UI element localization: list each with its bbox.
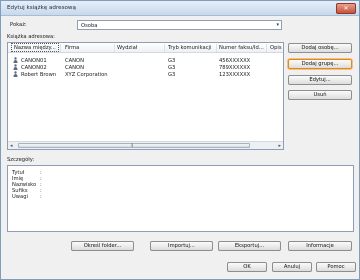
person-icon	[13, 71, 18, 77]
details-label: Szczegóły:	[7, 157, 35, 163]
row-number: 456XXXXXX	[219, 57, 251, 64]
details-panel: Tytuł : Imię : Nazwisko : Sufiks : Uwagi…	[7, 165, 354, 232]
row-mode: G3	[168, 64, 176, 71]
column-divider[interactable]	[216, 44, 217, 52]
close-button[interactable]: ✕	[336, 3, 356, 14]
row-mode: G3	[168, 57, 176, 64]
row-company: CANON	[65, 64, 85, 71]
person-icon	[13, 57, 18, 63]
show-select-value: Osoba	[81, 22, 98, 29]
column-divider[interactable]	[164, 44, 165, 52]
edit-button[interactable]: Edytuj...	[288, 75, 352, 85]
show-label: Pokaż:	[10, 22, 27, 28]
addressbook-list[interactable]: Nazwa między... Firma Wydział Tryb komun…	[7, 42, 284, 150]
scroll-right-icon[interactable]: ▸	[278, 143, 281, 149]
addressbook-label: Książka adresowa:	[7, 34, 55, 40]
table-row[interactable]: CANON02 CANON G3 789XXXXXX	[8, 64, 283, 71]
chevron-down-icon: ▾	[276, 22, 279, 28]
select-folder-button[interactable]: Określ folder...	[71, 241, 134, 251]
row-mode: G3	[168, 71, 176, 78]
row-name: CANON01	[21, 57, 47, 64]
column-header-company[interactable]: Firma	[65, 45, 79, 51]
table-row[interactable]: Robert Brown XYZ Corporation G3 123XXXXX…	[8, 71, 283, 78]
information-button[interactable]: Informacje	[288, 241, 352, 251]
ok-button[interactable]: OK	[227, 262, 267, 272]
detail-colon: :	[40, 194, 42, 200]
help-button[interactable]: Pomoc	[316, 262, 356, 272]
scroll-left-icon[interactable]: ◂	[10, 143, 13, 149]
export-button[interactable]: Eksportuj...	[218, 241, 281, 251]
scrollbar-thumb[interactable]: ⦀	[18, 143, 250, 149]
row-number: 123XXXXXX	[219, 71, 251, 78]
column-header-name[interactable]: Nazwa między...	[14, 45, 56, 51]
row-company: XYZ Corporation	[65, 71, 108, 78]
row-name: Robert Brown	[21, 71, 57, 78]
row-number: 789XXXXXX	[219, 64, 251, 71]
import-button[interactable]: Importuj...	[150, 241, 213, 251]
delete-button[interactable]: Usuń	[288, 90, 352, 100]
column-divider[interactable]	[60, 44, 61, 52]
show-select[interactable]: Osoba ▾	[77, 20, 282, 30]
edit-addressbook-dialog: Edytuj książkę adresową ✕ Pokaż: Osoba ▾…	[0, 0, 360, 280]
column-header-mode[interactable]: Tryb komunikacji	[168, 45, 211, 51]
window-title: Edytuj książkę adresową	[7, 5, 76, 11]
column-header-description[interactable]: Opis	[270, 45, 282, 51]
add-person-button[interactable]: Dodaj osobę...	[288, 43, 352, 53]
column-header-department[interactable]: Wydział	[117, 45, 137, 51]
cancel-button[interactable]: Anuluj	[272, 262, 312, 272]
grip-icon: ⦀	[131, 143, 134, 149]
person-icon	[13, 64, 18, 70]
row-name: CANON02	[21, 64, 47, 71]
detail-row: Uwagi :	[12, 194, 42, 200]
row-company: CANON	[65, 57, 85, 64]
detail-field-label: Uwagi	[12, 194, 28, 200]
horizontal-scrollbar[interactable]: ◂ ⦀ ▸	[8, 141, 283, 149]
column-header-number[interactable]: Numer faksu/Id...	[219, 45, 264, 51]
table-row[interactable]: CANON01 CANON G3 456XXXXXX	[8, 57, 283, 64]
list-header: Nazwa między... Firma Wydział Tryb komun…	[8, 43, 283, 53]
column-divider[interactable]	[114, 44, 115, 52]
column-divider[interactable]	[266, 44, 267, 52]
title-bar[interactable]: Edytuj książkę adresową ✕	[1, 1, 359, 16]
add-group-button[interactable]: Dodaj grupę...	[288, 59, 352, 69]
